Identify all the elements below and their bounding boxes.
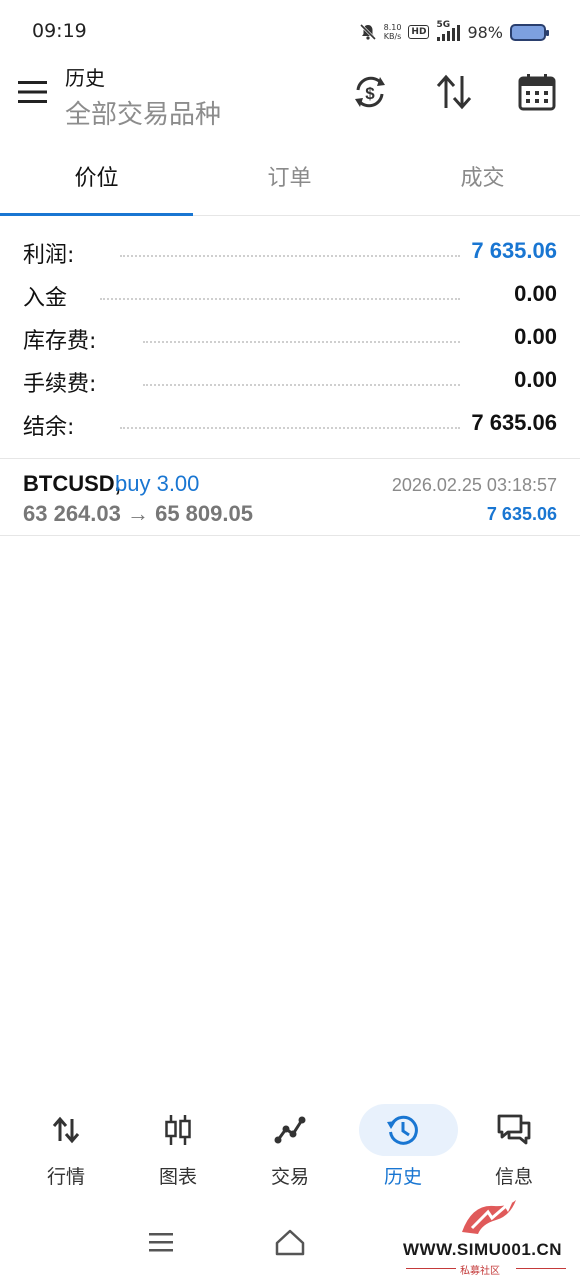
nav-messages[interactable]: 信息 xyxy=(456,1100,572,1200)
deal-prices: 63 264.03 → 65 809.05 xyxy=(23,501,253,526)
battery-icon xyxy=(510,23,549,41)
summary-row-swap: 库存费: 0.00 xyxy=(0,316,580,359)
currency-exchange-icon[interactable]: $ xyxy=(350,72,390,112)
status-bar: 09:19 8.10 KB/s HD 5G 98% xyxy=(0,0,580,60)
trade-line-icon xyxy=(274,1116,306,1144)
recent-apps-icon[interactable] xyxy=(145,1226,177,1258)
status-time: 09:19 xyxy=(32,20,87,42)
deal-time: 2026.02.25 03:18:57 xyxy=(391,475,557,495)
deal-row[interactable]: BTCUSD, buy 3.00 63 264.03 → 65 809.05 2… xyxy=(0,458,580,536)
nav-label: 交易 xyxy=(270,1166,309,1188)
commission-value: 0.00 xyxy=(514,367,557,392)
svg-text:$: $ xyxy=(365,84,375,103)
app-header: 历史 全部交易品种 $ xyxy=(0,60,580,140)
profit-label: 利润: xyxy=(23,237,81,269)
tab-positions[interactable]: 价位 xyxy=(0,140,193,216)
deal-profit: 7 635.06 xyxy=(486,504,557,524)
nav-trade[interactable]: 交易 xyxy=(232,1100,348,1200)
nav-history[interactable]: 历史 xyxy=(345,1100,461,1200)
balance-value: 7 635.06 xyxy=(471,410,557,435)
swap-label: 库存费: xyxy=(23,323,103,355)
dotted-leader xyxy=(143,341,460,343)
active-tab-indicator xyxy=(0,213,193,216)
hd-badge: HD xyxy=(408,25,430,39)
battery-percent: 98% xyxy=(467,22,503,42)
candlestick-chart-icon xyxy=(165,1115,191,1145)
profit-value: 7 635.06 xyxy=(471,238,557,263)
watermark-logo xyxy=(462,1200,516,1234)
nav-label: 图表 xyxy=(158,1166,197,1188)
commission-label: 手续费: xyxy=(23,366,103,398)
bottom-navigation: 行情 图表 交易 历史 信息 xyxy=(0,1100,580,1200)
summary-list: 利润: 7 635.06 入金 0.00 库存费: 0.00 手续费: 0.00… xyxy=(0,230,580,445)
tab-orders[interactable]: 订单 xyxy=(193,140,386,216)
nav-label: 历史 xyxy=(383,1166,422,1188)
network-speed: 8.10 KB/s xyxy=(383,23,402,41)
messages-icon xyxy=(497,1114,531,1145)
watermark: WWW.SIMU001.CN 私募社区 xyxy=(400,1198,576,1278)
deal-symbol: BTCUSD, xyxy=(23,471,121,496)
dotted-leader xyxy=(143,384,460,386)
sort-arrows-icon[interactable] xyxy=(434,72,474,112)
deposit-label: 入金 xyxy=(23,280,74,312)
status-indicators: 8.10 KB/s HD 5G 98% xyxy=(359,20,549,44)
hamburger-menu-icon[interactable] xyxy=(18,81,47,103)
watermark-rule-left xyxy=(406,1268,456,1269)
history-tabs: 价位 订单 成交 xyxy=(0,140,580,216)
calendar-icon[interactable] xyxy=(517,72,557,112)
swap-value: 0.00 xyxy=(514,324,557,349)
signal-indicator: 5G xyxy=(436,20,461,42)
deal-type: buy 3.00 xyxy=(115,471,200,496)
nav-label: 信息 xyxy=(494,1166,533,1188)
summary-row-profit: 利润: 7 635.06 xyxy=(0,230,580,273)
signal-bars-icon xyxy=(437,25,461,41)
watermark-rule-right xyxy=(516,1268,566,1269)
summary-row-balance: 结余: 7 635.06 xyxy=(0,402,580,445)
quotes-arrows-icon xyxy=(52,1116,80,1144)
summary-row-commission: 手续费: 0.00 xyxy=(0,359,580,402)
dotted-leader xyxy=(120,255,460,257)
page-title: 历史 xyxy=(65,66,105,90)
history-clock-icon xyxy=(387,1115,418,1145)
nav-label: 行情 xyxy=(46,1166,85,1188)
nav-charts[interactable]: 图表 xyxy=(120,1100,236,1200)
summary-row-deposit: 入金 0.00 xyxy=(0,273,580,316)
nav-quotes[interactable]: 行情 xyxy=(8,1100,124,1200)
balance-label: 结余: xyxy=(23,409,81,441)
watermark-text: WWW.SIMU001.CN xyxy=(403,1240,563,1259)
deposit-value: 0.00 xyxy=(514,281,557,306)
dotted-leader xyxy=(100,298,460,300)
watermark-subtitle: 私募社区 xyxy=(460,1266,500,1277)
tab-deals[interactable]: 成交 xyxy=(386,140,579,216)
bell-muted-icon xyxy=(359,23,376,41)
symbol-filter[interactable]: 全部交易品种 xyxy=(65,94,221,131)
home-icon[interactable] xyxy=(274,1226,306,1258)
dotted-leader xyxy=(120,427,460,429)
